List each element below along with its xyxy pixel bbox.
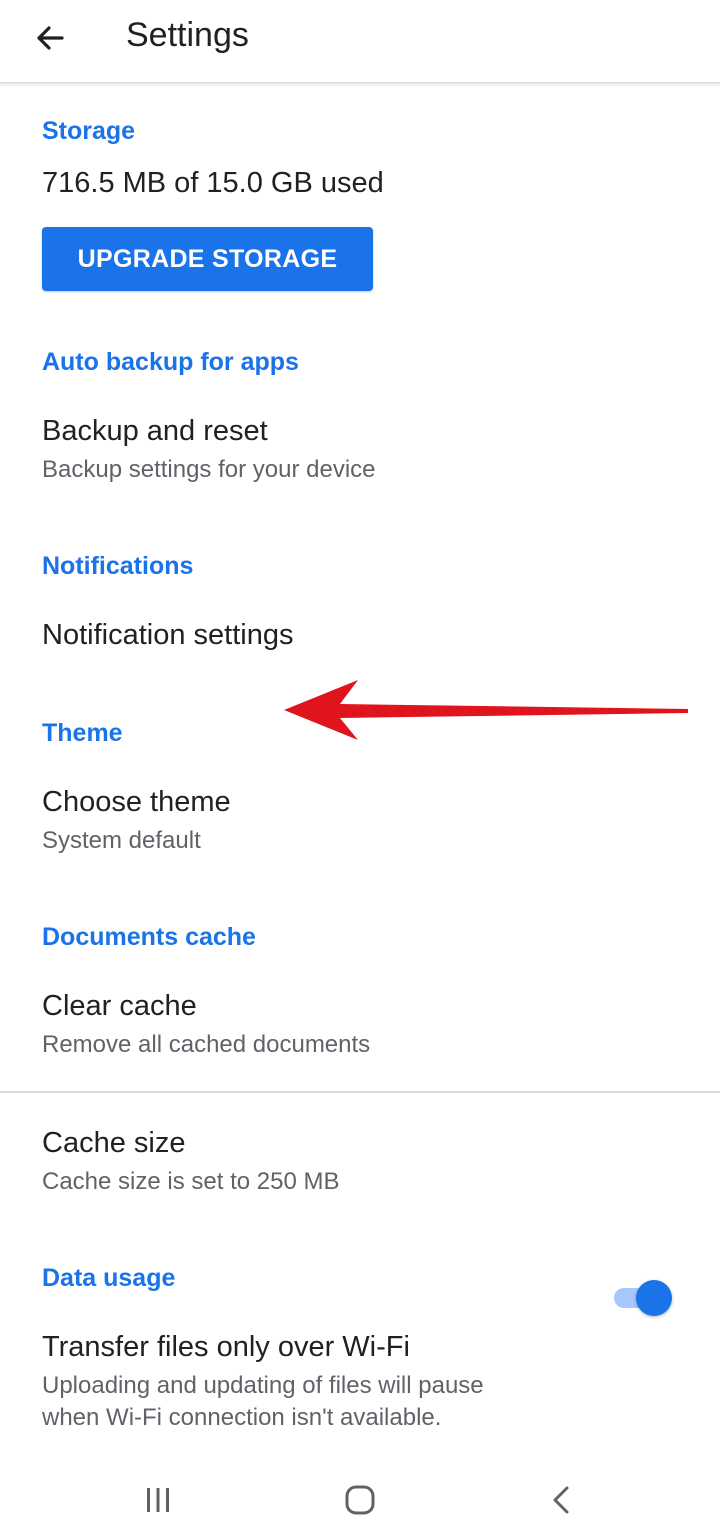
back-button[interactable]: [22, 10, 78, 66]
back-nav-button[interactable]: [532, 1478, 592, 1522]
app-bar: Settings: [0, 0, 720, 83]
section-header-theme: Theme: [42, 719, 123, 747]
storage-usage-text: 716.5 MB of 15.0 GB used: [42, 167, 384, 199]
notification-settings-item[interactable]: Notification settings: [0, 597, 720, 677]
cache-size-subtitle: Cache size is set to 250 MB: [42, 1168, 340, 1195]
divider: [0, 1091, 720, 1093]
section-header-documents-cache: Documents cache: [42, 923, 256, 951]
page-title: Settings: [126, 16, 249, 54]
system-nav-bar: [0, 1464, 720, 1540]
wifi-only-title: Transfer files only over Wi-Fi: [42, 1331, 410, 1363]
home-icon: [345, 1485, 375, 1515]
wifi-only-toggle[interactable]: [610, 1280, 674, 1316]
recents-button[interactable]: [128, 1478, 188, 1522]
upgrade-storage-button[interactable]: UPGRADE STORAGE: [42, 227, 373, 291]
cache-size-item[interactable]: Cache size Cache size is set to 250 MB: [0, 1105, 720, 1215]
choose-theme-subtitle: System default: [42, 827, 201, 854]
cache-size-title: Cache size: [42, 1127, 186, 1159]
back-chevron-icon: [553, 1486, 569, 1514]
choose-theme-title: Choose theme: [42, 786, 231, 818]
section-header-storage: Storage: [42, 117, 136, 145]
red-arrow-pointer-icon: [284, 680, 688, 740]
clear-cache-subtitle: Remove all cached documents: [42, 1031, 371, 1058]
section-header-data-usage: Data usage: [42, 1264, 176, 1292]
backup-and-reset-item[interactable]: Backup and reset Backup settings for you…: [0, 393, 720, 503]
choose-theme-item[interactable]: Choose theme System default: [0, 764, 720, 874]
wifi-only-item[interactable]: Transfer files only over Wi-Fi Uploading…: [0, 1309, 720, 1439]
wifi-only-subtitle-line1: Uploading and updating of files will pau…: [42, 1372, 484, 1399]
wifi-only-subtitle-line2: when Wi-Fi connection isn't available.: [42, 1404, 442, 1431]
recents-icon: [147, 1488, 169, 1512]
toggle-thumb: [636, 1280, 672, 1316]
backup-and-reset-subtitle: Backup settings for your device: [42, 456, 376, 483]
clear-cache-title: Clear cache: [42, 990, 197, 1022]
backup-and-reset-title: Backup and reset: [42, 415, 268, 447]
arrow-left-icon: [37, 26, 64, 50]
notification-settings-title: Notification settings: [42, 619, 294, 651]
home-button[interactable]: [330, 1478, 390, 1522]
section-header-notifications: Notifications: [42, 552, 194, 580]
clear-cache-item[interactable]: Clear cache Remove all cached documents: [0, 968, 720, 1076]
section-header-auto-backup: Auto backup for apps: [42, 348, 299, 376]
